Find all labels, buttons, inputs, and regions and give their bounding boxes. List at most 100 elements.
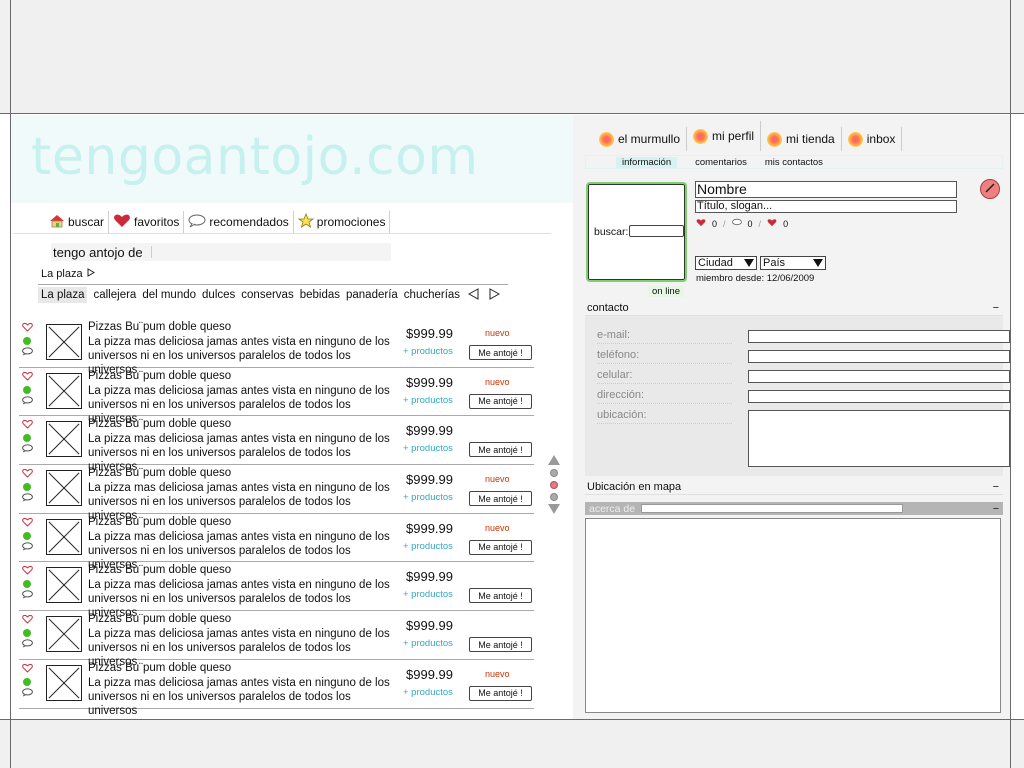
subtab-comentarios[interactable]: comentarios (695, 157, 747, 168)
product-image[interactable] (46, 664, 82, 701)
product-image[interactable] (46, 470, 82, 507)
edit-button[interactable] (980, 179, 1000, 199)
me-antoje-button[interactable]: Me antojé ! (469, 588, 532, 604)
more-products-link[interactable]: + productos (403, 589, 453, 600)
me-antoje-button[interactable]: Me antojé ! (469, 442, 532, 458)
email-field[interactable] (748, 330, 1010, 343)
collapse-icon[interactable]: − (993, 302, 999, 314)
page-dot[interactable] (550, 469, 558, 477)
product-title[interactable]: Pizzas Bu¨pum doble queso (88, 370, 231, 382)
about-textarea[interactable] (585, 518, 1001, 713)
collapse-icon[interactable]: − (993, 503, 999, 515)
prev-arrow-icon[interactable] (467, 288, 479, 303)
me-antoje-button[interactable]: Me antojé ! (469, 637, 532, 653)
favorite-heart-icon[interactable] (21, 663, 33, 676)
product-title[interactable]: Pizzas Bu¨pum doble queso (88, 467, 231, 479)
name-field[interactable]: Nombre (695, 181, 957, 198)
product-image[interactable] (46, 421, 82, 458)
phone-field[interactable] (748, 350, 1010, 363)
nav-favoritos[interactable]: favoritos (109, 211, 185, 233)
comment-bubble-icon[interactable] (21, 688, 33, 700)
product-row[interactable]: Pizzas Bu¨pum doble queso La pizza mas de… (19, 514, 534, 571)
me-antoje-button[interactable]: Me antojé ! (469, 685, 532, 701)
product-row[interactable]: Pizzas Bu¨pum doble queso La pizza mas de… (19, 416, 534, 473)
avatar[interactable]: buscar: (586, 182, 687, 282)
collapse-icon[interactable]: − (993, 481, 999, 493)
category-bebidas[interactable]: bebidas (300, 289, 340, 301)
comment-bubble-icon[interactable] (21, 590, 33, 602)
more-products-link[interactable]: + productos (403, 443, 453, 454)
site-logo[interactable]: tengoantojo.com (31, 127, 479, 187)
page-dot[interactable] (550, 493, 558, 501)
about-header[interactable]: acerca de − (585, 502, 1003, 515)
favorite-heart-icon[interactable] (21, 565, 33, 578)
subtab-informacion[interactable]: información (616, 156, 678, 168)
more-products-link[interactable]: + productos (403, 687, 453, 698)
category-callejera[interactable]: callejera (93, 289, 136, 301)
address-field[interactable] (748, 390, 1010, 403)
product-title[interactable]: Pizzas Bu¨pum doble queso (88, 418, 231, 430)
subtab-mis-contactos[interactable]: mis contactos (765, 157, 823, 168)
category-dulces[interactable]: dulces (202, 289, 235, 301)
product-row[interactable]: Pizzas Bu¨pum doble queso La pizza mas de… (19, 465, 534, 522)
avatar-search-input[interactable] (629, 225, 684, 237)
next-arrow-icon[interactable] (489, 288, 501, 303)
scroll-up-icon[interactable] (548, 455, 560, 465)
product-image[interactable] (46, 518, 82, 555)
me-antoje-button[interactable]: Me antojé ! (469, 539, 532, 555)
category-del-mundo[interactable]: del mundo (142, 289, 196, 301)
me-antoje-button[interactable]: Me antojé ! (469, 393, 532, 409)
favorite-heart-icon[interactable] (21, 614, 33, 627)
favorite-heart-icon[interactable] (21, 419, 33, 432)
comment-bubble-icon[interactable] (21, 639, 33, 651)
scroll-down-icon[interactable] (548, 504, 560, 514)
country-select[interactable]: País (760, 256, 826, 270)
product-title[interactable]: Pizzas Bu¨pum doble queso (88, 613, 231, 625)
comment-bubble-icon[interactable] (21, 347, 33, 359)
category-chucherias[interactable]: chucherías (404, 289, 460, 301)
more-products-link[interactable]: + productos (403, 346, 453, 357)
nav-recomendados[interactable]: recomendados (184, 211, 294, 233)
plaza-heading[interactable]: La plaza (41, 268, 95, 280)
favorite-heart-icon[interactable] (21, 322, 33, 335)
favorite-heart-icon[interactable] (21, 468, 33, 481)
mobile-field[interactable] (748, 370, 1010, 383)
product-title[interactable]: Pizzas Bu¨pum doble queso (88, 516, 231, 528)
location-field[interactable] (748, 410, 1010, 467)
product-title[interactable]: Pizzas Bu¨pum doble queso (88, 321, 231, 333)
nav-promociones[interactable]: promociones (294, 211, 391, 233)
favorite-heart-icon[interactable] (21, 517, 33, 530)
nav-buscar[interactable]: buscar (45, 211, 110, 233)
product-row[interactable]: Pizzas Bu¨pum doble queso La pizza mas de… (19, 562, 534, 619)
product-image[interactable] (46, 567, 82, 604)
comment-bubble-icon[interactable] (21, 542, 33, 554)
product-title[interactable]: Pizzas Bu¨pum doble queso (88, 564, 231, 576)
product-row[interactable]: Pizzas Bu¨pum doble queso La pizza mas de… (19, 660, 534, 717)
contact-header[interactable]: contacto − (585, 300, 1003, 316)
more-products-link[interactable]: + productos (403, 541, 453, 552)
tab-mi-tienda[interactable]: mi tienda (761, 127, 842, 151)
more-products-link[interactable]: + productos (403, 492, 453, 503)
product-row[interactable]: Pizzas Bu¨pum doble queso La pizza mas de… (19, 368, 534, 425)
me-antoje-button[interactable]: Me antojé ! (469, 491, 532, 507)
category-panaderia[interactable]: panadería (346, 289, 398, 301)
tab-el-murmullo[interactable]: el murmullo (593, 127, 688, 151)
tab-inbox[interactable]: inbox (842, 127, 903, 151)
comment-bubble-icon[interactable] (21, 493, 33, 505)
more-products-link[interactable]: + productos (403, 395, 453, 406)
comment-bubble-icon[interactable] (21, 396, 33, 408)
about-title-input[interactable] (641, 504, 903, 513)
product-row[interactable]: Pizzas Bu¨pum doble queso La pizza mas de… (19, 319, 534, 376)
product-row[interactable]: Pizzas Bu¨pum doble queso La pizza mas de… (19, 611, 534, 668)
product-image[interactable] (46, 324, 82, 360)
category-conservas[interactable]: conservas (241, 289, 293, 301)
me-antoje-button[interactable]: Me antojé ! (469, 345, 532, 360)
map-header[interactable]: Ubicación en mapa − (585, 479, 1003, 495)
favorite-heart-icon[interactable] (21, 371, 33, 384)
city-select[interactable]: Ciudad (695, 256, 757, 270)
tab-mi-perfil[interactable]: mi perfil (687, 121, 762, 151)
comment-bubble-icon[interactable] (21, 444, 33, 456)
more-products-link[interactable]: + productos (403, 638, 453, 649)
product-title[interactable]: Pizzas Bu¨pum doble queso (88, 662, 231, 674)
page-dot-current[interactable] (550, 481, 558, 489)
